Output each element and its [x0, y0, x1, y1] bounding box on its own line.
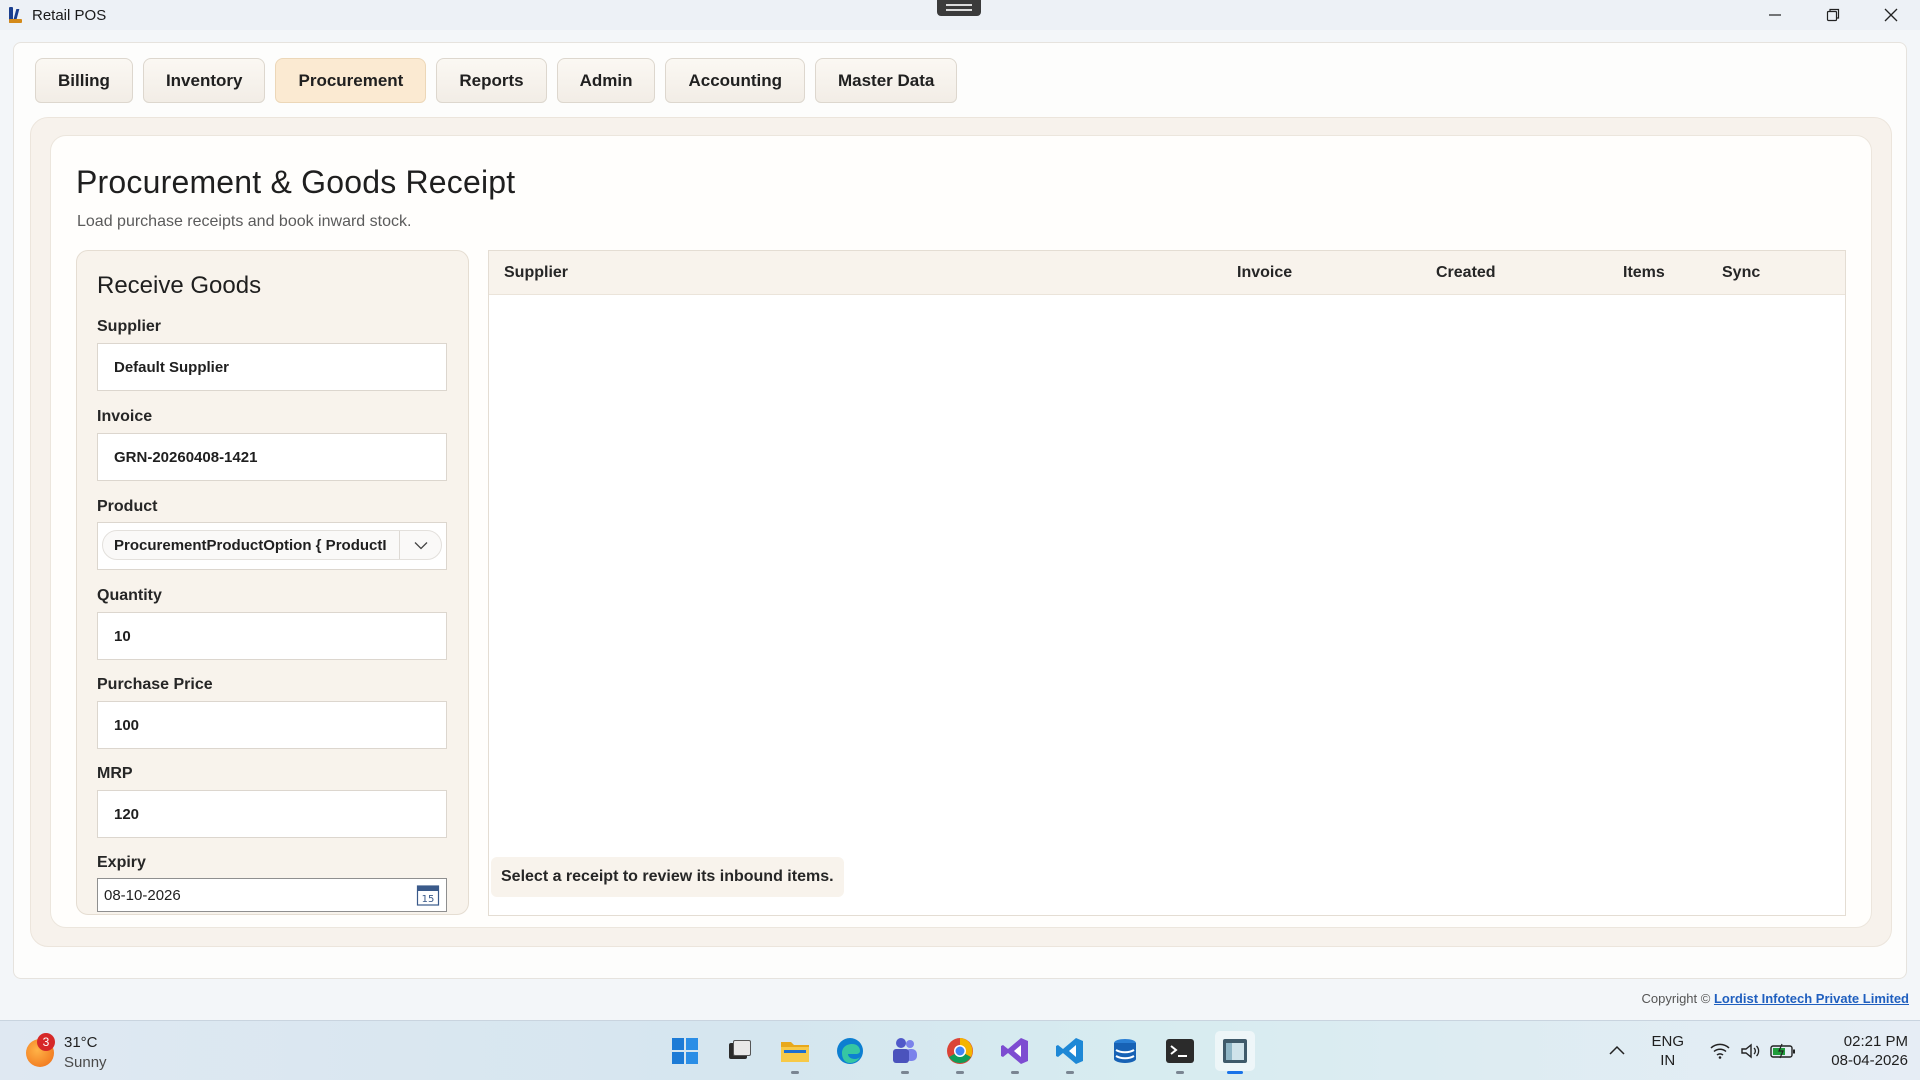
supplier-input[interactable]: Default Supplier: [97, 343, 447, 391]
column-header-sync[interactable]: Sync: [1722, 264, 1760, 282]
column-header-created[interactable]: Created: [1436, 264, 1496, 282]
start-icon[interactable]: [665, 1031, 705, 1071]
app-logo-icon: [6, 5, 24, 25]
chrome-icon[interactable]: [940, 1031, 980, 1074]
quantity-input[interactable]: 10: [97, 612, 447, 660]
copyright-text: Copyright ©: [1641, 991, 1711, 1006]
clock[interactable]: 02:21 PM 08-04-2026: [1818, 1032, 1908, 1070]
quick-settings[interactable]: [1710, 1043, 1796, 1059]
expiry-label: Expiry: [97, 854, 146, 871]
supplier-label: Supplier: [97, 318, 162, 335]
azure-data-studio-icon[interactable]: [1105, 1031, 1145, 1071]
taskbar-apps: [665, 1031, 1255, 1074]
column-header-supplier[interactable]: Supplier: [504, 264, 568, 282]
mrp-input[interactable]: 120: [97, 790, 447, 838]
form-title: Receive Goods: [97, 272, 262, 299]
invoice-input[interactable]: GRN-20260408-1421: [97, 433, 447, 481]
restore-icon: [1826, 8, 1840, 22]
minimize-icon: [1769, 14, 1781, 16]
title-bar: Retail POS: [0, 0, 1920, 30]
wifi-icon: [1710, 1043, 1730, 1059]
teams-icon[interactable]: [885, 1031, 925, 1074]
clock-time: 02:21 PM: [1843, 1033, 1908, 1050]
tab-master-data[interactable]: Master Data: [814, 58, 958, 103]
receipts-grid: Supplier Invoice Created Items Sync Sele…: [488, 250, 1846, 916]
volume-icon: [1741, 1043, 1760, 1059]
vscode-icon[interactable]: [1050, 1031, 1090, 1074]
tab-inventory[interactable]: Inventory: [142, 58, 266, 103]
copyright-footer: Copyright © Lordist Infotech Private Lim…: [1642, 991, 1909, 1006]
column-header-invoice[interactable]: Invoice: [1237, 264, 1292, 282]
chevron-down-icon[interactable]: [399, 531, 441, 559]
product-label: Product: [97, 498, 158, 515]
clock-date: 08-04-2026: [1831, 1052, 1908, 1069]
weather-condition: Sunny: [64, 1054, 107, 1071]
expiry-date-input[interactable]: 08-10-2026 15: [97, 878, 447, 912]
main-tabs: Billing Inventory Procurement Reports Ad…: [35, 58, 958, 103]
company-link[interactable]: Lordist Infotech Private Limited: [1714, 991, 1909, 1006]
region-code: IN: [1660, 1052, 1676, 1069]
weather-widget[interactable]: 3 31°C Sunny: [26, 1033, 107, 1073]
edge-icon[interactable]: [830, 1031, 870, 1071]
calendar-icon[interactable]: 15: [416, 883, 440, 907]
system-tray: ENG IN 02:21 PM 08-04-2026: [1609, 1021, 1920, 1080]
retail-pos-icon[interactable]: [1215, 1031, 1255, 1074]
product-select[interactable]: ProcurementProductOption { ProductI: [97, 522, 447, 570]
window-controls: [1746, 0, 1920, 30]
content-frame: Procurement & Goods Receipt Load purchas…: [30, 117, 1892, 947]
language-code: ENG: [1651, 1033, 1684, 1050]
restore-button[interactable]: [1804, 0, 1862, 30]
tab-reports[interactable]: Reports: [436, 58, 547, 103]
taskbar: 3 31°C Sunny ENG IN 02:21 PM 08-04-2026: [0, 1020, 1920, 1080]
tab-accounting[interactable]: Accounting: [665, 58, 805, 103]
procurement-panel: Procurement & Goods Receipt Load purchas…: [50, 135, 1872, 928]
visual-studio-icon[interactable]: [995, 1031, 1035, 1074]
calendar-day-label: 15: [422, 894, 435, 905]
product-combobox[interactable]: ProcurementProductOption { ProductI: [102, 530, 442, 560]
task-view-icon[interactable]: [720, 1031, 760, 1071]
snap-grip-handle[interactable]: [937, 0, 981, 16]
main-window: Billing Inventory Procurement Reports Ad…: [13, 42, 1907, 979]
language-indicator[interactable]: ENG IN: [1651, 1032, 1684, 1070]
tab-billing[interactable]: Billing: [35, 58, 133, 103]
sunny-icon: 3: [26, 1033, 55, 1067]
chevron-up-icon[interactable]: [1609, 1042, 1626, 1060]
tab-procurement[interactable]: Procurement: [275, 58, 427, 103]
purchase-price-label: Purchase Price: [97, 676, 213, 693]
battery-icon: [1770, 1043, 1795, 1059]
terminal-icon[interactable]: [1160, 1031, 1200, 1074]
purchase-price-input[interactable]: 100: [97, 701, 447, 749]
page-subtitle: Load purchase receipts and book inward s…: [77, 213, 412, 230]
column-header-items[interactable]: Items: [1623, 264, 1665, 282]
selection-hint: Select a receipt to review its inbound i…: [491, 857, 844, 897]
tab-admin[interactable]: Admin: [556, 58, 656, 103]
page-title: Procurement & Goods Receipt: [76, 164, 516, 200]
mrp-label: MRP: [97, 765, 133, 782]
expiry-date-value: 08-10-2026: [104, 887, 181, 904]
close-icon: [1884, 8, 1898, 22]
invoice-label: Invoice: [97, 408, 153, 425]
close-button[interactable]: [1862, 0, 1920, 30]
minimize-button[interactable]: [1746, 0, 1804, 30]
quantity-label: Quantity: [97, 587, 162, 604]
product-selected-value: ProcurementProductOption { ProductI: [114, 536, 387, 554]
window-title: Retail POS: [32, 6, 107, 24]
temperature: 31°C: [64, 1034, 98, 1051]
file-explorer-icon[interactable]: [775, 1031, 815, 1074]
grid-header: Supplier Invoice Created Items Sync: [489, 251, 1845, 295]
notification-badge: 3: [37, 1033, 55, 1051]
receive-goods-form: Receive Goods Supplier Default Supplier …: [76, 250, 469, 915]
